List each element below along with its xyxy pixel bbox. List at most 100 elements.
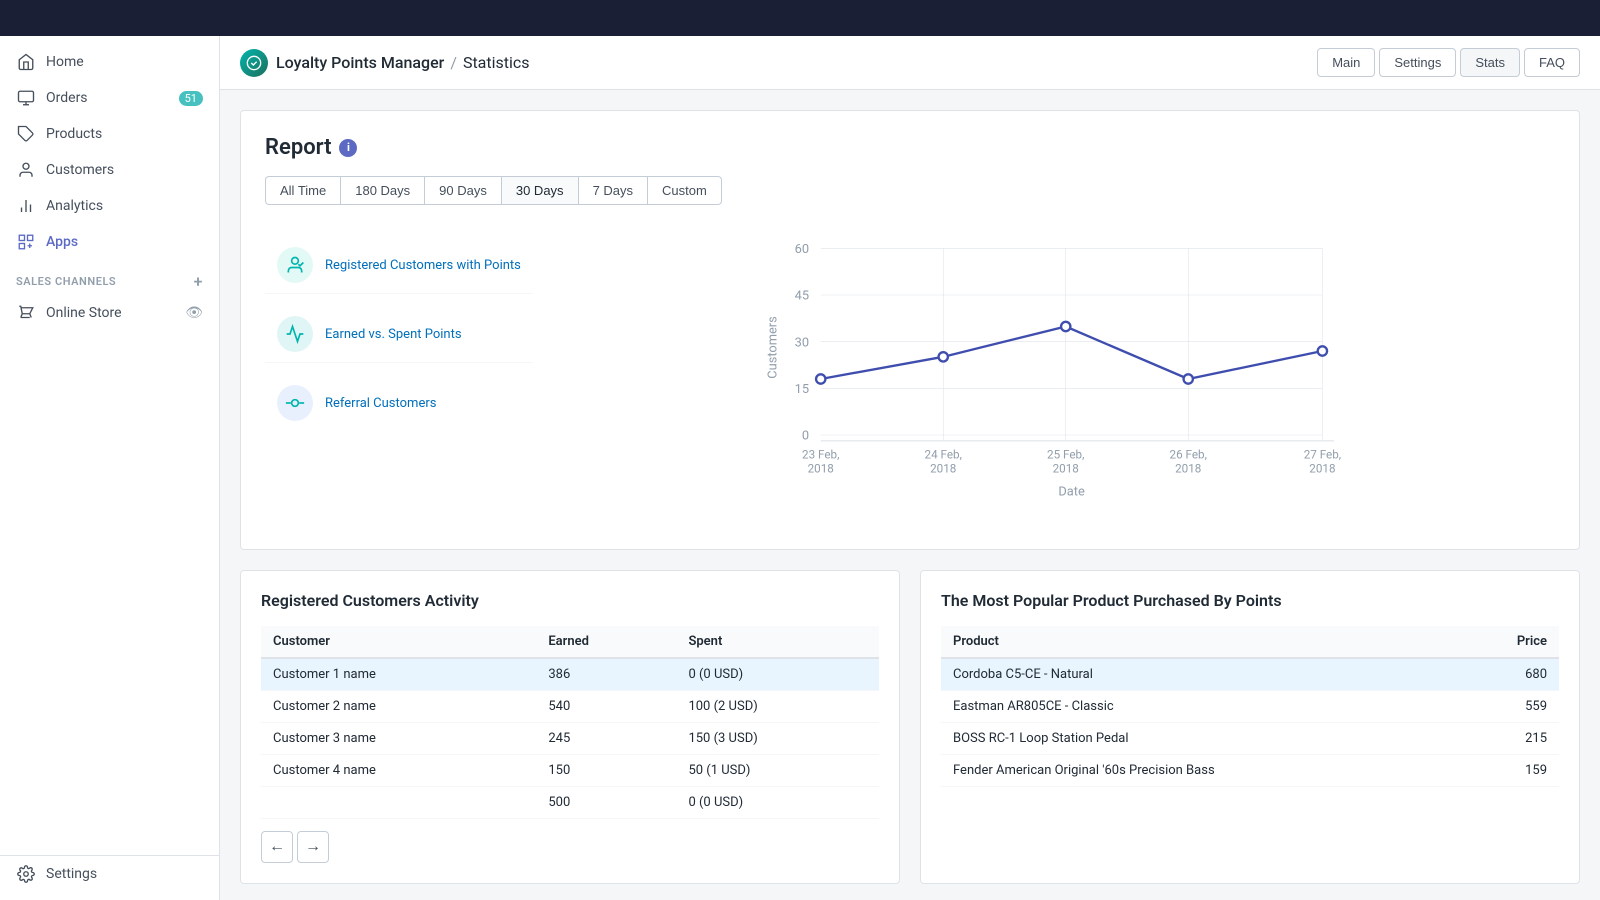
- layout: Home Orders 51 Products Customers: [0, 36, 1600, 900]
- time-filters: All Time 180 Days 90 Days 30 Days 7 Days…: [265, 176, 1555, 205]
- table-row: Customer 3 name245150 (3 USD): [261, 723, 879, 755]
- svg-text:27 Feb,: 27 Feb,: [1304, 447, 1341, 461]
- cell-spent: 0 (0 USD): [676, 658, 879, 691]
- prev-page-button[interactable]: ←: [261, 831, 293, 863]
- earned-spent-icon: [277, 316, 313, 352]
- col-product: Product: [941, 626, 1460, 658]
- sidebar-item-products[interactable]: Products: [0, 116, 219, 152]
- legend-registered[interactable]: Registered Customers with Points: [265, 237, 533, 294]
- cell-earned: 245: [536, 723, 676, 755]
- sales-channels-section: SALES CHANNELS +: [0, 260, 219, 295]
- sidebar-settings-label: Settings: [46, 866, 97, 882]
- tab-faq[interactable]: FAQ: [1524, 48, 1580, 77]
- cell-spent: 0 (0 USD): [676, 787, 879, 819]
- cell-product: Eastman AR805CE - Classic: [941, 691, 1460, 723]
- activity-table-title: Registered Customers Activity: [261, 591, 879, 610]
- app-header-tabs: Main Settings Stats FAQ: [1317, 48, 1580, 77]
- report-card: Report i All Time 180 Days 90 Days 30 Da…: [240, 110, 1580, 550]
- cell-spent: 50 (1 USD): [676, 755, 879, 787]
- sidebar-item-customers[interactable]: Customers: [0, 152, 219, 188]
- chart-container: 60 45 30 15 0 Customers: [553, 225, 1555, 505]
- content-area: Report i All Time 180 Days 90 Days 30 Da…: [220, 90, 1600, 900]
- eye-icon[interactable]: 👁: [185, 305, 203, 321]
- sidebar-item-online-store[interactable]: Online Store 👁: [0, 295, 219, 331]
- svg-text:2018: 2018: [1175, 461, 1201, 475]
- svg-text:15: 15: [795, 382, 809, 397]
- customers-icon: [16, 160, 36, 180]
- tab-settings[interactable]: Settings: [1379, 48, 1456, 77]
- app-header: Loyalty Points Manager / Statistics Main…: [220, 36, 1600, 90]
- col-price: Price: [1460, 626, 1559, 658]
- tab-stats[interactable]: Stats: [1460, 48, 1520, 77]
- app-title: Loyalty Points Manager / Statistics: [276, 53, 530, 72]
- sidebar-nav: Home Orders 51 Products Customers: [0, 44, 219, 260]
- breadcrumb-separator: /: [450, 53, 457, 72]
- svg-text:26 Feb,: 26 Feb,: [1169, 447, 1206, 461]
- cell-product: BOSS RC-1 Loop Station Pedal: [941, 723, 1460, 755]
- sidebar-item-analytics-label: Analytics: [46, 198, 103, 214]
- col-earned: Earned: [536, 626, 676, 658]
- pagination: ← →: [261, 831, 879, 863]
- cell-price: 215: [1460, 723, 1559, 755]
- svg-text:Date: Date: [1058, 485, 1085, 500]
- info-icon[interactable]: i: [339, 139, 357, 157]
- topbar: [0, 0, 1600, 36]
- chart-legend: Registered Customers with Points Earned …: [265, 225, 533, 505]
- activity-table: Customer Earned Spent Customer 1 name386…: [261, 626, 879, 819]
- filter-all-time[interactable]: All Time: [265, 176, 340, 205]
- cell-customer: Customer 4 name: [261, 755, 536, 787]
- svg-text:25 Feb,: 25 Feb,: [1047, 447, 1084, 461]
- chart-section: Registered Customers with Points Earned …: [265, 225, 1555, 505]
- next-page-button[interactable]: →: [297, 831, 329, 863]
- table-row: Customer 4 name15050 (1 USD): [261, 755, 879, 787]
- cell-product: Fender American Original '60s Precision …: [941, 755, 1460, 787]
- cell-customer: Customer 1 name: [261, 658, 536, 691]
- sidebar-item-settings[interactable]: Settings: [0, 856, 219, 892]
- sidebar-item-home-label: Home: [46, 54, 84, 70]
- legend-referral-label: Referral Customers: [325, 396, 436, 411]
- filter-180-days[interactable]: 180 Days: [340, 176, 424, 205]
- settings-icon: [16, 864, 36, 884]
- sidebar-item-online-store-label: Online Store: [46, 305, 122, 321]
- table-row: BOSS RC-1 Loop Station Pedal215: [941, 723, 1559, 755]
- table-row: Eastman AR805CE - Classic559: [941, 691, 1559, 723]
- filter-custom[interactable]: Custom: [647, 176, 722, 205]
- cell-customer: Customer 3 name: [261, 723, 536, 755]
- filter-7-days[interactable]: 7 Days: [578, 176, 647, 205]
- sidebar-item-apps[interactable]: Apps: [0, 224, 219, 260]
- cell-price: 159: [1460, 755, 1559, 787]
- cell-spent: 150 (3 USD): [676, 723, 879, 755]
- app-header-left: Loyalty Points Manager / Statistics: [240, 49, 530, 77]
- svg-text:45: 45: [795, 289, 809, 304]
- svg-text:2018: 2018: [930, 461, 956, 475]
- legend-earned-spent-label: Earned vs. Spent Points: [325, 327, 462, 342]
- filter-90-days[interactable]: 90 Days: [424, 176, 501, 205]
- svg-text:60: 60: [795, 242, 809, 257]
- app-name: Loyalty Points Manager: [276, 53, 444, 72]
- sidebar-item-apps-label: Apps: [46, 234, 78, 250]
- col-spent: Spent: [676, 626, 879, 658]
- table-row: Fender American Original '60s Precision …: [941, 755, 1559, 787]
- sidebar-item-analytics[interactable]: Analytics: [0, 188, 219, 224]
- svg-text:2018: 2018: [1309, 461, 1335, 475]
- legend-referral[interactable]: Referral Customers: [265, 375, 533, 431]
- apps-icon: [16, 232, 36, 252]
- products-icon: [16, 124, 36, 144]
- sidebar-item-home[interactable]: Home: [0, 44, 219, 80]
- add-sales-channel-icon[interactable]: +: [194, 272, 203, 291]
- table-row: Customer 1 name3860 (0 USD): [261, 658, 879, 691]
- filter-30-days[interactable]: 30 Days: [501, 176, 578, 205]
- svg-text:24 Feb,: 24 Feb,: [924, 447, 961, 461]
- sidebar-item-orders[interactable]: Orders 51: [0, 80, 219, 116]
- table-row: Customer 2 name540100 (2 USD): [261, 691, 879, 723]
- bottom-section: Registered Customers Activity Customer E…: [240, 570, 1580, 884]
- sidebar: Home Orders 51 Products Customers: [0, 36, 220, 900]
- legend-earned-spent[interactable]: Earned vs. Spent Points: [265, 306, 533, 363]
- tab-main[interactable]: Main: [1317, 48, 1375, 77]
- sidebar-item-orders-label: Orders: [46, 90, 88, 106]
- sidebar-settings-section: Settings: [0, 855, 219, 892]
- table-row: Cordoba C5-CE - Natural680: [941, 658, 1559, 691]
- report-header: Report i: [265, 135, 1555, 160]
- cell-price: 559: [1460, 691, 1559, 723]
- online-store-icon: [16, 303, 36, 323]
